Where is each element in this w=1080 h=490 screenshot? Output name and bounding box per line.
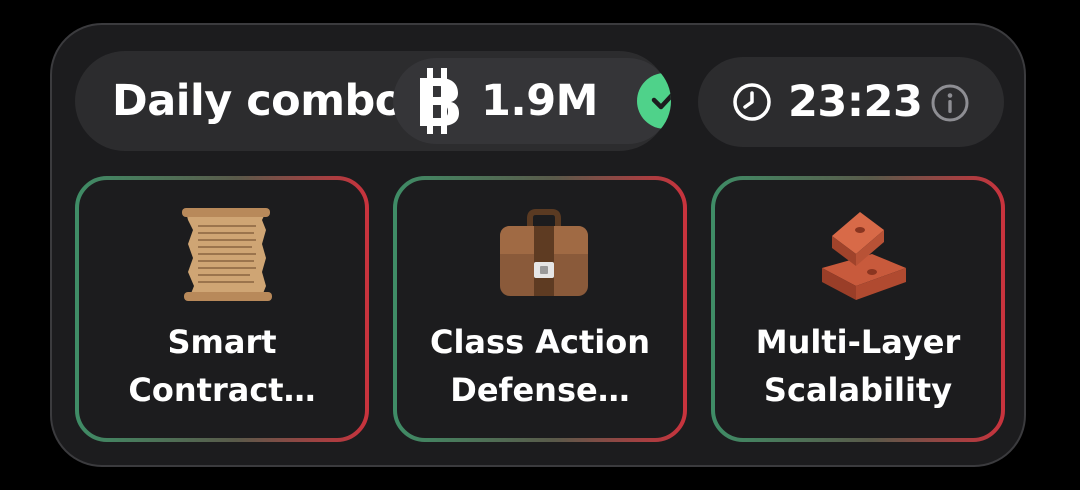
countdown-timer: 23:23 bbox=[698, 57, 1004, 147]
scroll-icon bbox=[182, 208, 272, 301]
combo-reward-pill[interactable]: 1.9M bbox=[393, 58, 671, 144]
combo-card-class-action[interactable]: Class Action Defense… bbox=[393, 176, 687, 442]
briefcase-icon bbox=[500, 209, 588, 296]
coin-icon bbox=[420, 68, 459, 134]
combo-card-smart-contract[interactable]: Smart Contract… bbox=[75, 176, 369, 442]
info-icon[interactable] bbox=[930, 83, 970, 123]
combo-card-multi-layer[interactable]: Multi-Layer Scalability bbox=[711, 176, 1005, 442]
daily-combo-label: Daily combo bbox=[112, 76, 404, 126]
combo-reward-value: 1.9M bbox=[481, 76, 598, 126]
check-icon bbox=[637, 73, 671, 129]
card-title: Smart Contract… bbox=[128, 323, 316, 409]
clock-icon bbox=[733, 83, 771, 121]
card-title: Class Action Defense… bbox=[429, 323, 651, 409]
timer-value: 23:23 bbox=[788, 77, 923, 127]
card-title: Multi-Layer Scalability bbox=[755, 323, 961, 409]
brick-icon bbox=[822, 212, 906, 300]
